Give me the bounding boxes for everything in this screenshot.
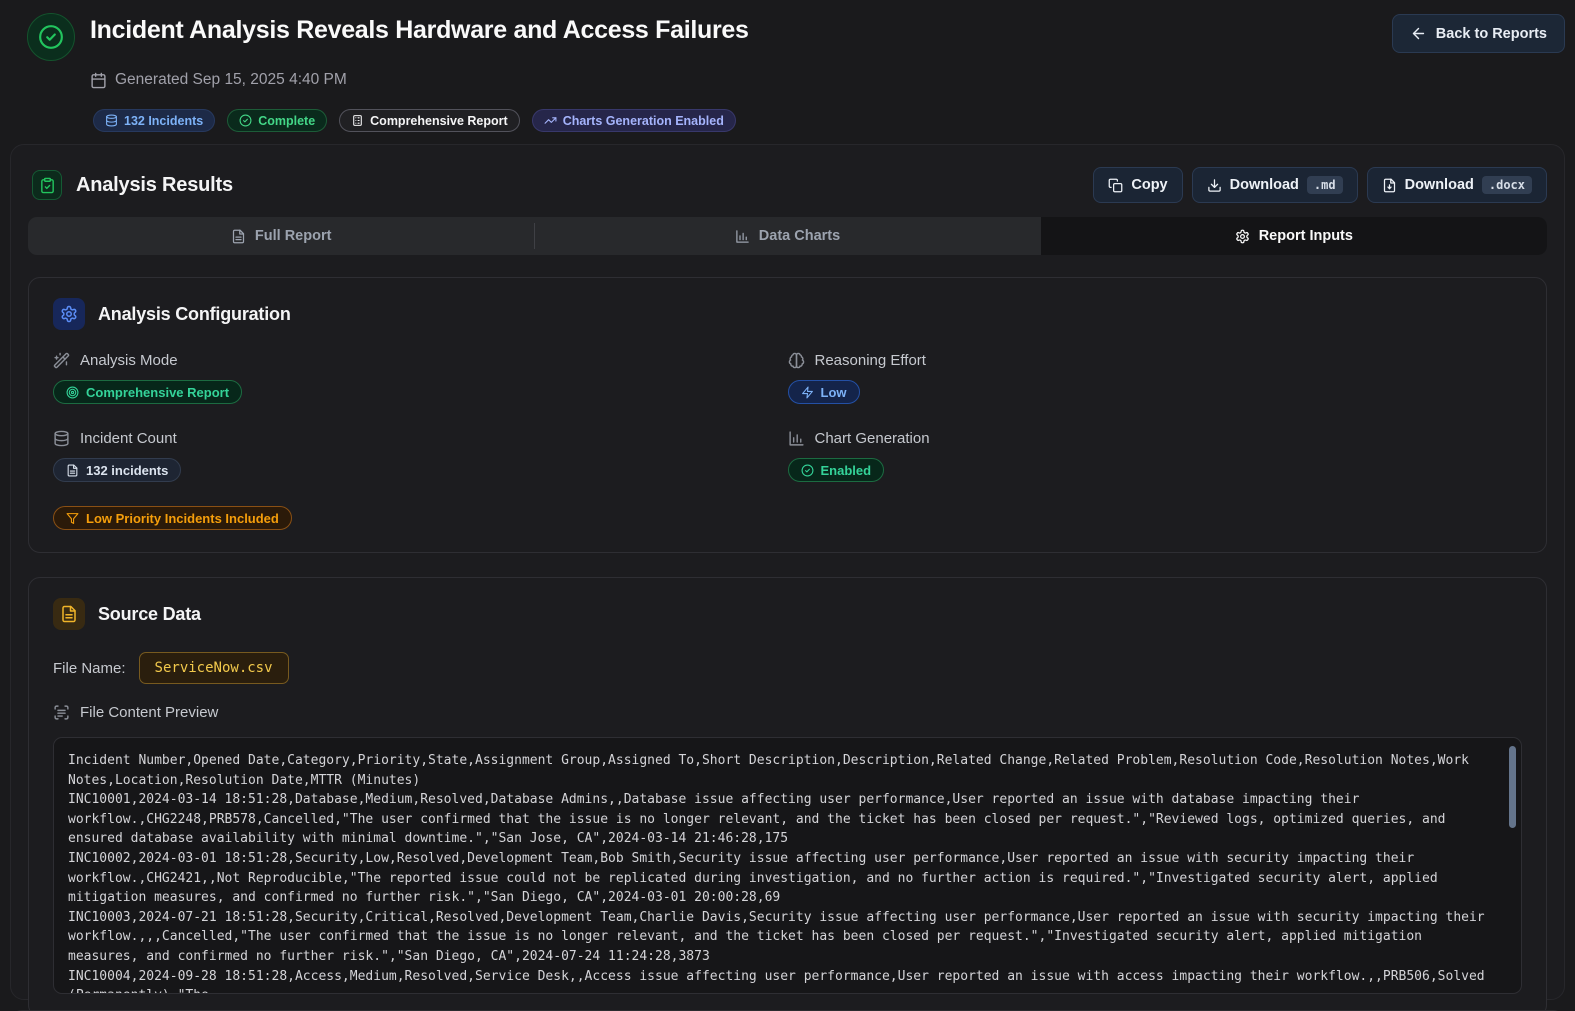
file-preview-label-row: File Content Preview xyxy=(53,704,1522,721)
file-name-label: File Name: xyxy=(53,660,126,677)
gear-icon xyxy=(1235,229,1250,244)
tab-full-report[interactable]: Full Report xyxy=(28,217,534,255)
file-preview-label: File Content Preview xyxy=(80,704,218,721)
incident-count-value-badge: 132 incidents xyxy=(53,458,181,482)
check-circle-icon xyxy=(38,24,64,50)
config-grid: Analysis Mode Comprehensive Report Reaso… xyxy=(53,352,1522,482)
file-name-row: File Name: ServiceNow.csv xyxy=(53,652,1522,684)
file-content-preview[interactable]: Incident Number,Opened Date,Category,Pri… xyxy=(53,737,1522,994)
tab-report-inputs-label: Report Inputs xyxy=(1259,228,1353,244)
reasoning-effort-value-badge: Low xyxy=(788,380,860,404)
page-title: Incident Analysis Reveals Hardware and A… xyxy=(90,13,749,45)
results-title: Analysis Results xyxy=(76,174,233,197)
wand-icon xyxy=(53,352,70,369)
complete-status-badge: Complete xyxy=(227,109,327,132)
chart-generation-value: Enabled xyxy=(821,463,872,478)
back-button-label: Back to Reports xyxy=(1436,26,1547,42)
analysis-mode-label: Analysis Mode xyxy=(80,352,178,369)
analysis-results-card: Analysis Results Copy Download .md Downl… xyxy=(10,144,1565,1000)
arrow-left-icon xyxy=(1410,25,1427,42)
download-docx-label: Download xyxy=(1405,177,1474,193)
zap-icon xyxy=(801,386,814,399)
target-icon xyxy=(66,386,79,399)
report-status-icon xyxy=(27,13,75,61)
md-extension-chip: .md xyxy=(1307,176,1343,194)
results-actions: Copy Download .md Download .docx xyxy=(1093,167,1547,203)
database-icon xyxy=(105,114,118,127)
generated-timestamp: Generated Sep 15, 2025 4:40 PM xyxy=(90,71,1565,89)
check-circle-icon xyxy=(239,114,252,127)
docx-extension-chip: .docx xyxy=(1482,176,1532,194)
tab-data-charts[interactable]: Data Charts xyxy=(534,217,1040,255)
copy-button-label: Copy xyxy=(1131,177,1167,193)
clipboard-icon-wrap xyxy=(32,170,62,200)
file-down-icon xyxy=(1382,178,1397,193)
chart-generation-label: Chart Generation xyxy=(815,430,930,447)
copy-icon xyxy=(1108,178,1123,193)
charts-badge-label: Charts Generation Enabled xyxy=(563,114,724,128)
page-header: Incident Analysis Reveals Hardware and A… xyxy=(0,0,1575,132)
copy-button[interactable]: Copy xyxy=(1093,167,1182,203)
source-file-icon-wrap xyxy=(53,598,85,630)
generated-text: Generated Sep 15, 2025 4:40 PM xyxy=(115,71,347,89)
check-circle-icon xyxy=(801,464,814,477)
low-priority-filter-label: Low Priority Incidents Included xyxy=(86,511,279,526)
file-text-icon xyxy=(66,464,79,477)
header-badges: 132 Incidents Complete Comprehensive Rep… xyxy=(93,109,1565,132)
trending-up-icon xyxy=(544,114,557,127)
charts-enabled-badge: Charts Generation Enabled xyxy=(532,109,736,132)
incident-count-field: Incident Count 132 incidents xyxy=(53,430,788,482)
incident-analysis-page: Incident Analysis Reveals Hardware and A… xyxy=(0,0,1575,1011)
download-md-button[interactable]: Download .md xyxy=(1192,167,1358,203)
reasoning-effort-value: Low xyxy=(821,385,847,400)
analysis-mode-value-badge: Comprehensive Report xyxy=(53,380,242,404)
chart-generation-value-badge: Enabled xyxy=(788,458,885,482)
csv-content: Incident Number,Opened Date,Category,Pri… xyxy=(68,751,1495,994)
config-title: Analysis Configuration xyxy=(98,304,291,325)
file-text-icon xyxy=(231,229,246,244)
filter-icon xyxy=(66,512,79,525)
download-md-label: Download xyxy=(1230,177,1299,193)
incidents-count-badge: 132 Incidents xyxy=(93,109,215,132)
analysis-mode-value: Comprehensive Report xyxy=(86,385,229,400)
file-name-chip: ServiceNow.csv xyxy=(139,652,289,684)
report-mode-badge: Comprehensive Report xyxy=(339,109,520,132)
clipboard-check-icon xyxy=(39,177,56,194)
complete-badge-label: Complete xyxy=(258,114,315,128)
file-text-icon xyxy=(60,605,78,623)
scan-text-icon xyxy=(53,704,70,721)
results-header: Analysis Results Copy Download .md Downl… xyxy=(28,161,1547,217)
database-icon xyxy=(53,430,70,447)
incidents-badge-label: 132 Incidents xyxy=(124,114,203,128)
gear-icon xyxy=(60,305,78,323)
download-docx-button[interactable]: Download .docx xyxy=(1367,167,1547,203)
bar-chart-icon xyxy=(735,229,750,244)
report-mode-badge-label: Comprehensive Report xyxy=(370,114,508,128)
source-data-card: Source Data File Name: ServiceNow.csv Fi… xyxy=(28,577,1547,1011)
tab-data-charts-label: Data Charts xyxy=(759,228,840,244)
bar-chart-icon xyxy=(788,430,805,447)
config-gear-icon-wrap xyxy=(53,298,85,330)
source-data-title: Source Data xyxy=(98,604,201,625)
results-tab-bar: Full Report Data Charts Report Inputs xyxy=(28,217,1547,255)
tab-report-inputs[interactable]: Report Inputs xyxy=(1041,217,1547,255)
analysis-configuration-card: Analysis Configuration Analysis Mode Com… xyxy=(28,277,1547,553)
report-icon xyxy=(351,114,364,127)
back-to-reports-button[interactable]: Back to Reports xyxy=(1392,14,1565,53)
low-priority-filter-badge: Low Priority Incidents Included xyxy=(53,506,292,530)
scrollbar-thumb[interactable] xyxy=(1509,746,1516,828)
incident-count-label: Incident Count xyxy=(80,430,177,447)
reasoning-effort-label: Reasoning Effort xyxy=(815,352,926,369)
incident-count-value: 132 incidents xyxy=(86,463,168,478)
chart-generation-field: Chart Generation Enabled xyxy=(788,430,1523,482)
tab-full-report-label: Full Report xyxy=(255,228,332,244)
brain-icon xyxy=(788,352,805,369)
analysis-mode-field: Analysis Mode Comprehensive Report xyxy=(53,352,788,404)
reasoning-effort-field: Reasoning Effort Low xyxy=(788,352,1523,404)
calendar-icon xyxy=(90,72,107,89)
download-icon xyxy=(1207,178,1222,193)
